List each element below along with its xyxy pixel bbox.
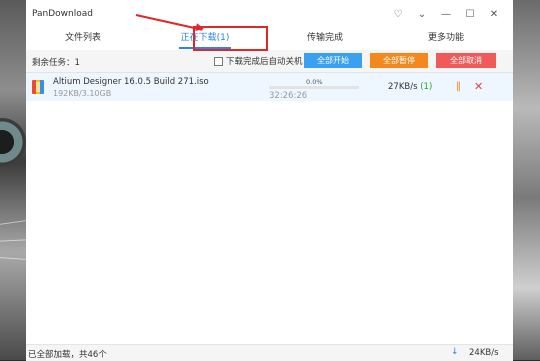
progress-percent: 0.0%: [306, 78, 323, 86]
file-name: Altium Designer 16.0.5 Build 271.iso: [53, 77, 209, 87]
skin-icon[interactable]: ♡: [390, 6, 406, 22]
close-icon[interactable]: ✕: [486, 6, 502, 22]
download-row[interactable]: Altium Designer 16.0.5 Build 271.iso 192…: [26, 73, 513, 101]
speed-value: 27KB/s: [388, 82, 418, 92]
total-speed: 24KB/s: [469, 348, 499, 358]
pause-all-button[interactable]: 全部暂停: [370, 53, 428, 68]
start-all-button[interactable]: 全部开始: [304, 53, 362, 68]
tab-label: 文件列表: [64, 33, 101, 43]
tab-bar: 文件列表 正在下载(1) 传输完成 更多功能: [26, 28, 513, 50]
tab-label: 更多功能: [427, 33, 464, 43]
window-title: PanDownload: [32, 9, 93, 19]
annotation-arrow-head: [195, 23, 205, 33]
archive-file-icon: [32, 80, 44, 94]
menu-icon[interactable]: ⌄: [414, 6, 430, 22]
pause-icon[interactable]: ‖: [456, 81, 461, 92]
maximize-icon[interactable]: ☐: [462, 6, 478, 22]
download-speed: 27KB/s (1): [388, 82, 432, 92]
desktop-background-right: [513, 0, 540, 360]
progress-bar: [269, 86, 359, 89]
remaining-tasks: 剩余任务：1: [32, 58, 80, 68]
time-remaining: 32:26:26: [269, 91, 308, 101]
file-size: 192KB/3.10GB: [53, 89, 112, 98]
cancel-all-button[interactable]: 全部取消: [436, 53, 496, 68]
auto-shutdown-label: 下载完成后自动关机: [226, 57, 303, 67]
download-arrow-icon: ↓: [451, 347, 459, 357]
download-toolbar: 剩余任务：1 下载完成后自动关机 全部开始 全部暂停 全部取消: [26, 50, 513, 73]
tab-completed[interactable]: 传输完成: [288, 28, 362, 50]
desktop-background-left: [0, 0, 26, 360]
tab-file-list[interactable]: 文件列表: [46, 28, 120, 50]
auto-shutdown-option[interactable]: 下载完成后自动关机: [214, 55, 303, 67]
title-bar[interactable]: PanDownload ♡ ⌄ — ☐ ✕: [26, 0, 513, 28]
pandownload-window: PanDownload ♡ ⌄ — ☐ ✕ 文件列表 正在下载(1) 传输完成 …: [26, 0, 513, 361]
tab-more-functions[interactable]: 更多功能: [409, 28, 483, 50]
minimize-icon[interactable]: —: [438, 6, 454, 22]
status-bar: 已全部加载，共46个 ↓ 24KB/s: [26, 344, 513, 361]
tab-label: 传输完成: [306, 33, 343, 43]
auto-shutdown-checkbox[interactable]: [214, 56, 223, 66]
delete-icon[interactable]: ✕: [474, 80, 483, 93]
connection-count: (1): [420, 82, 433, 92]
status-text: 已全部加载，共46个: [28, 350, 107, 360]
highlight-box-annotation: [193, 26, 268, 51]
